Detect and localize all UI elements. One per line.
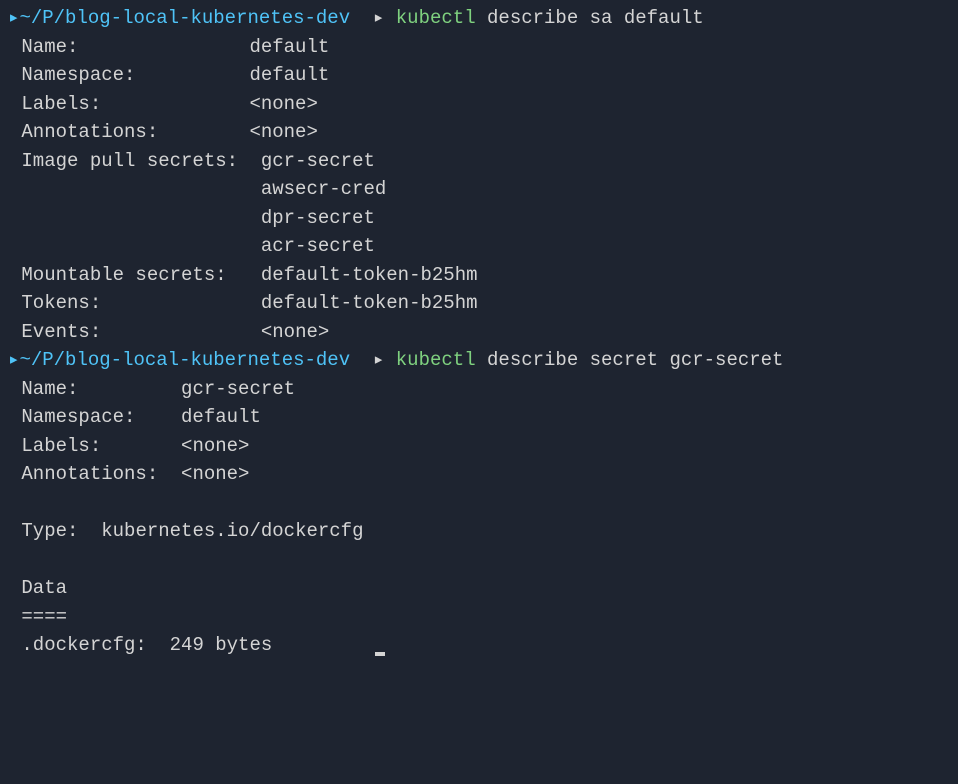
command-name: kubectl <box>396 7 476 29</box>
field-value: <none> <box>261 321 329 343</box>
field-label: Events: <box>10 321 101 343</box>
field-label: Annotations: <box>10 463 158 485</box>
field-value: default <box>181 406 261 428</box>
prompt-separator <box>350 349 373 371</box>
field-label: Namespace: <box>10 64 135 86</box>
field-value: <none> <box>181 435 249 457</box>
field-label: Tokens: <box>10 292 101 314</box>
field-label: Namespace: <box>10 406 135 428</box>
field-value: default-token-b25hm <box>261 264 478 286</box>
prompt-line-2[interactable]: ▸~/P/blog-local-kubernetes-dev ▸ kubectl… <box>8 346 950 375</box>
prompt-chevron-icon: ▸ <box>373 349 384 371</box>
field-value: <none> <box>249 121 317 143</box>
field-label: Annotations: <box>10 121 158 143</box>
field-label: Name: <box>10 36 78 58</box>
command-name: kubectl <box>396 349 476 371</box>
field-label: Labels: <box>10 93 101 115</box>
output-block-1: Name: default <box>8 33 950 62</box>
field-value: <none> <box>249 93 317 115</box>
prompt-path: ~/P/blog-local-kubernetes-dev <box>19 7 350 29</box>
command-args: describe secret gcr-secret <box>487 349 783 371</box>
cursor-icon <box>375 652 385 656</box>
data-separator: ==== <box>10 606 67 628</box>
output-block-2: Name: gcr-secret <box>8 375 950 404</box>
field-value: gcr-secret <box>181 378 295 400</box>
command-args: describe sa default <box>487 7 704 29</box>
field-value: awsecr-cred <box>261 178 386 200</box>
field-value: default <box>249 64 329 86</box>
field-label: Name: <box>10 378 78 400</box>
prompt-arrow-icon: ▸ <box>8 349 19 371</box>
field-value: kubernetes.io/dockercfg <box>101 520 363 542</box>
field-value: default <box>249 36 329 58</box>
field-value: dpr-secret <box>261 207 375 229</box>
field-label: Image pull secrets: <box>10 150 238 172</box>
field-value: 249 bytes <box>170 634 273 656</box>
prompt-path: ~/P/blog-local-kubernetes-dev <box>19 349 350 371</box>
field-value: default-token-b25hm <box>261 292 478 314</box>
prompt-separator <box>350 7 373 29</box>
prompt-arrow-icon: ▸ <box>8 7 19 29</box>
field-label: .dockercfg: <box>10 634 147 656</box>
field-label: Type: <box>10 520 78 542</box>
field-value: acr-secret <box>261 235 375 257</box>
field-label: Mountable secrets: <box>10 264 227 286</box>
prompt-chevron-icon: ▸ <box>373 7 384 29</box>
data-header: Data <box>10 577 67 599</box>
field-label: Labels: <box>10 435 101 457</box>
field-value: gcr-secret <box>261 150 375 172</box>
field-value: <none> <box>181 463 249 485</box>
prompt-line-1[interactable]: ▸~/P/blog-local-kubernetes-dev ▸ kubectl… <box>8 4 950 33</box>
